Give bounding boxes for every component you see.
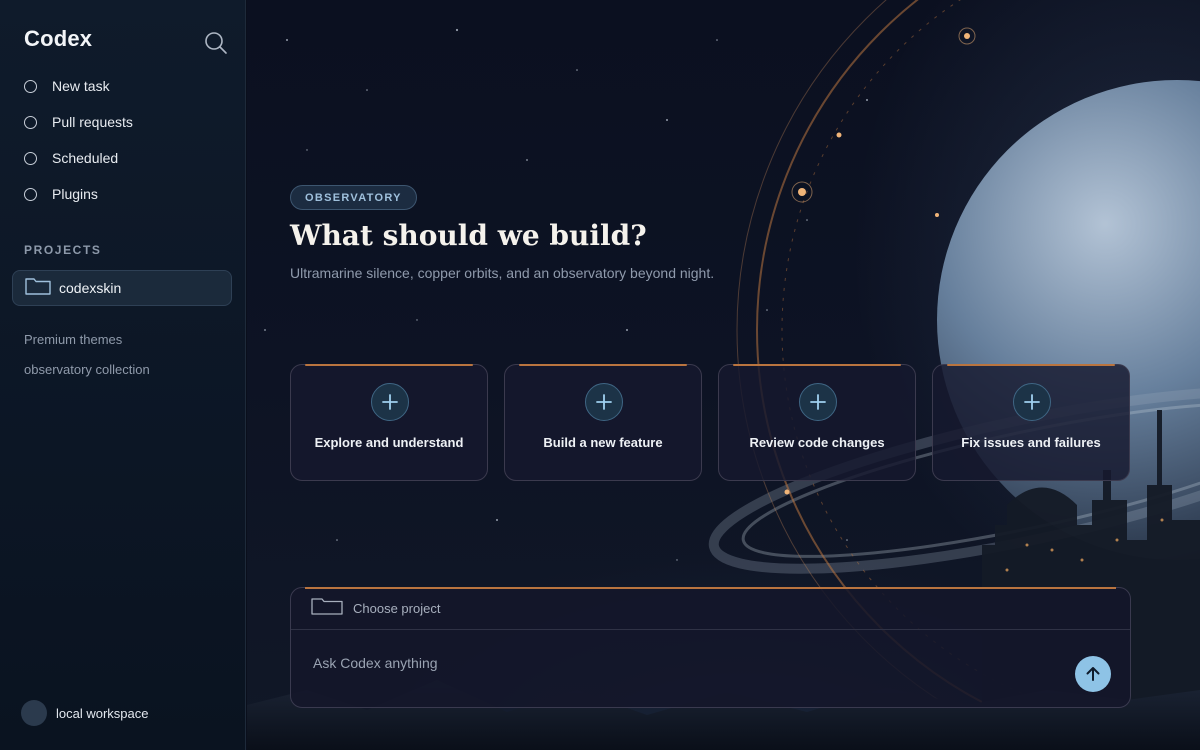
sidebar-nav: New task Pull requests Scheduled Plugins [24, 76, 133, 220]
sidebar-item-label: Pull requests [52, 114, 133, 130]
card-label: Fix issues and failures [961, 435, 1101, 450]
circle-icon [24, 79, 37, 93]
send-button[interactable] [1075, 656, 1111, 692]
theme-badge: OBSERVATORY [290, 185, 417, 210]
project-label: codexskin [59, 280, 122, 296]
card-accent-line [733, 364, 901, 366]
observatory-collection-link[interactable]: observatory collection [24, 362, 150, 377]
projects-heading: PROJECTS [24, 243, 102, 257]
plus-icon [1013, 383, 1051, 421]
card-accent-line [305, 364, 473, 366]
composer: Choose project [290, 587, 1131, 708]
choose-project-button[interactable]: Choose project [291, 588, 1130, 630]
plus-icon [585, 383, 623, 421]
circle-icon [24, 187, 37, 201]
folder-icon [311, 597, 343, 620]
suggestion-cards: Explore and understand Build a new featu… [290, 364, 1130, 481]
card-build-a-new-feature[interactable]: Build a new feature [504, 364, 702, 481]
sidebar-item-plugins[interactable]: Plugins [24, 184, 133, 204]
sidebar-item-scheduled[interactable]: Scheduled [24, 148, 133, 168]
sidebar-item-new-task[interactable]: New task [24, 76, 133, 96]
sidebar: Codex New task Pull requests Scheduled P… [0, 0, 246, 750]
card-accent-line [519, 364, 687, 366]
choose-project-label: Choose project [353, 601, 441, 616]
card-label: Review code changes [749, 435, 885, 450]
sidebar-item-pull-requests[interactable]: Pull requests [24, 112, 133, 132]
prompt-input[interactable] [313, 652, 1053, 674]
card-review-code-changes[interactable]: Review code changes [718, 364, 916, 481]
arrow-up-icon [1086, 667, 1100, 681]
search-icon[interactable] [203, 30, 229, 56]
workspace-label: local workspace [56, 705, 149, 721]
circle-icon [24, 151, 37, 165]
sidebar-project-codexskin[interactable]: codexskin [12, 270, 232, 306]
card-label: Build a new feature [543, 435, 663, 450]
sidebar-item-label: New task [52, 78, 110, 94]
page-title: What should we build? [290, 219, 647, 252]
app-title: Codex [24, 26, 93, 51]
sidebar-item-label: Plugins [52, 186, 98, 202]
card-label: Explore and understand [314, 435, 464, 450]
card-fix-issues-and-failures[interactable]: Fix issues and failures [932, 364, 1130, 481]
plus-icon [371, 383, 409, 421]
circle-icon [24, 115, 37, 129]
premium-themes-link[interactable]: Premium themes [24, 332, 122, 347]
plus-icon [799, 383, 837, 421]
main-area: OBSERVATORY What should we build? Ultram… [247, 0, 1200, 750]
card-explore-and-understand[interactable]: Explore and understand [290, 364, 488, 481]
workspace-switcher[interactable]: local workspace [21, 700, 149, 726]
folder-icon [25, 277, 51, 300]
card-accent-line [947, 364, 1115, 366]
sidebar-item-label: Scheduled [52, 150, 119, 166]
page-subtitle: Ultramarine silence, copper orbits, and … [290, 265, 715, 281]
avatar [21, 700, 47, 726]
